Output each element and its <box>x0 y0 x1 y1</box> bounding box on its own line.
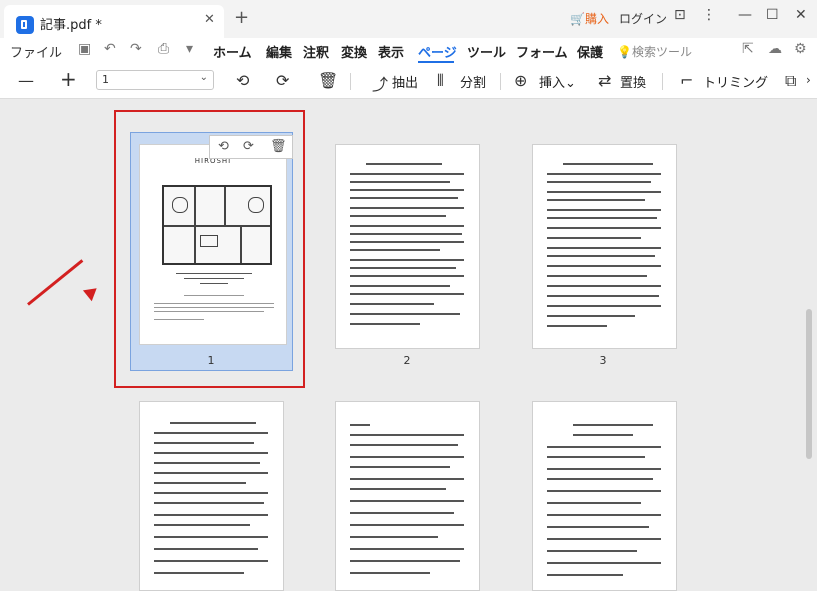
new-tab-icon[interactable]: + <box>234 7 249 28</box>
minimize-icon[interactable]: — <box>738 7 752 23</box>
insert-icon[interactable]: ⊕ <box>514 71 527 90</box>
replace-button[interactable]: 置換 <box>620 72 646 91</box>
page-toolbar: — + 1 ⌄ ⟲ ⟳ 🗑 ⤴ 抽出 ⫴ 分割 ⊕ 挿入⌄ ⇄ 置換 ⌐ トリミ… <box>0 64 817 99</box>
red-arrow-annotation <box>27 259 84 306</box>
rotate-right-icon[interactable]: ⟳ <box>276 71 289 90</box>
close-icon[interactable]: ✕ <box>204 12 215 27</box>
red-arrow-head <box>82 282 102 302</box>
page-thumbnail-5[interactable] <box>335 401 480 591</box>
menu-form[interactable]: フォーム <box>516 42 568 61</box>
zoom-out-icon[interactable]: — <box>18 71 34 90</box>
menu-home[interactable]: ホーム <box>213 42 252 61</box>
vertical-scrollbar[interactable] <box>806 309 812 459</box>
toolbar-divider <box>662 73 663 90</box>
undo-icon[interactable]: ↶ <box>104 41 116 57</box>
insert-label: 挿入 <box>539 76 566 91</box>
extract-button[interactable]: 抽出 <box>392 72 418 91</box>
highlight-annotation-box <box>114 110 305 388</box>
buy-button[interactable]: 🛒購入 <box>570 10 609 27</box>
window-close-icon[interactable]: ✕ <box>795 7 807 23</box>
page-number-2: 2 <box>403 354 411 367</box>
replace-icon[interactable]: ⇄ <box>598 71 611 90</box>
zoom-in-icon[interactable]: + <box>60 67 77 91</box>
quick-access-dropdown-icon[interactable]: ▾ <box>186 41 193 57</box>
menu-tools[interactable]: ツール <box>467 42 506 61</box>
notification-icon[interactable]: ⊡ <box>674 7 686 23</box>
more-tools-icon[interactable]: ⧉ <box>785 71 796 91</box>
page-number-3: 3 <box>599 354 607 367</box>
chevron-down-icon: ⌄ <box>199 72 208 83</box>
app-logo-icon <box>16 16 34 34</box>
title-bar: 記事.pdf * ✕ + 🛒購入 ログイン ⊡ ⋮ — ☐ ✕ <box>0 0 817 39</box>
chevron-down-icon: ⌄ <box>565 76 576 91</box>
page-thumbnail-3[interactable] <box>532 144 677 349</box>
search-tool-button[interactable]: 💡検索ツール <box>617 43 692 60</box>
delete-icon[interactable]: 🗑 <box>318 71 338 90</box>
page-number-value: 1 <box>102 73 109 86</box>
search-tool-label: 検索ツール <box>631 45 692 59</box>
crop-icon[interactable]: ⌐ <box>680 71 693 90</box>
extract-icon[interactable]: ⤴ <box>372 71 388 95</box>
page-thumbnail-area: HIROSHI ⟲ ⟳ 🗑 1 2 3 <box>0 99 817 591</box>
tab-title: 記事.pdf * <box>40 18 102 33</box>
redo-icon[interactable]: ↷ <box>130 41 142 57</box>
menu-edit[interactable]: 編集 <box>266 42 292 61</box>
page-number-select[interactable]: 1 ⌄ <box>96 70 214 90</box>
buy-label: 購入 <box>584 12 609 26</box>
share-icon[interactable]: ⇱ <box>742 41 754 57</box>
more-icon[interactable]: ⋮ <box>702 7 716 23</box>
menu-protect[interactable]: 保護 <box>577 42 603 61</box>
menu-view[interactable]: 表示 <box>378 42 404 61</box>
page-thumbnail-6[interactable] <box>532 401 677 591</box>
settings-icon[interactable]: ⚙ <box>794 41 807 57</box>
page-thumbnail-4[interactable] <box>139 401 284 591</box>
menu-bar: ファイル ▣ ↶ ↷ ⎙ ▾ ホーム 編集 注釈 変換 表示 ページ ツール フ… <box>0 38 817 64</box>
active-tab-indicator <box>418 61 454 63</box>
print-icon[interactable]: ⎙ <box>158 41 169 57</box>
maximize-icon[interactable]: ☐ <box>766 7 779 23</box>
split-icon[interactable]: ⫴ <box>437 71 444 91</box>
rotate-left-icon[interactable]: ⟲ <box>236 71 249 90</box>
document-tab[interactable]: 記事.pdf * ✕ <box>4 5 224 38</box>
trim-button[interactable]: トリミング <box>703 72 768 91</box>
toolbar-divider <box>350 73 351 90</box>
menu-convert[interactable]: 変換 <box>341 42 367 61</box>
menu-page[interactable]: ページ <box>418 42 457 61</box>
login-button[interactable]: ログイン <box>619 10 667 27</box>
menu-file[interactable]: ファイル <box>10 42 62 61</box>
menu-annotate[interactable]: 注釈 <box>303 42 329 61</box>
insert-button[interactable]: 挿入⌄ <box>539 72 576 91</box>
chevron-right-icon[interactable]: › <box>806 73 811 87</box>
upload-icon[interactable]: ☁ <box>768 41 782 57</box>
save-icon[interactable]: ▣ <box>78 41 91 57</box>
split-button[interactable]: 分割 <box>460 72 486 91</box>
page-thumbnail-2[interactable] <box>335 144 480 349</box>
toolbar-divider <box>500 73 501 90</box>
